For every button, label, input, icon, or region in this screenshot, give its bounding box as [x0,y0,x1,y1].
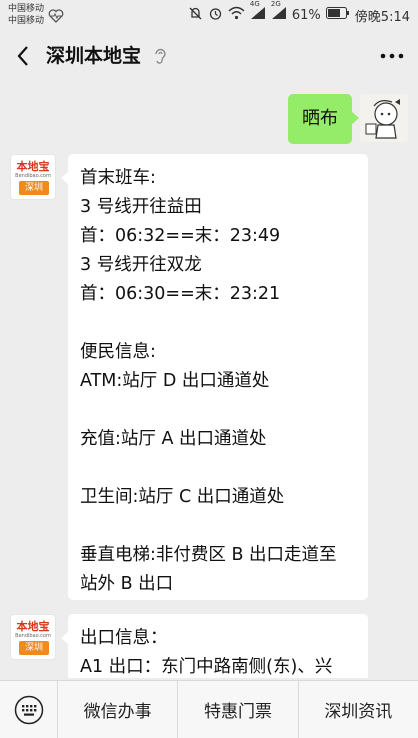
user-message-text: 晒布 [302,108,338,129]
menu-item-shenzhen-news[interactable]: 深圳资讯 [299,681,418,738]
network-1-label: 4G [249,0,260,8]
more-dots-icon [380,53,404,59]
chat-area[interactable]: 晒布 本地宝 Bendibao.com 深圳 首末班车: 3 号线开往益田 首：… [0,82,418,678]
brand-url: Bendibao.com [15,633,51,639]
brand-url: Bendibao.com [15,173,51,179]
message-line: 3 号线开往双龙 [80,255,202,275]
battery-icon [325,7,350,23]
message-line [80,309,358,338]
bot-avatar[interactable]: 本地宝 Bendibao.com 深圳 [10,154,56,200]
brand-logo-text: 本地宝 [16,620,50,633]
menu-item-discount-tickets[interactable]: 特惠门票 [178,680,299,738]
message-line: 首：06:30==末：23:21 [80,284,281,304]
chevron-left-icon [17,46,28,66]
more-options-button[interactable] [378,44,406,68]
page-title: 深圳本地宝 [46,45,142,67]
user-avatar[interactable] [360,94,408,142]
message-line [80,512,358,541]
message-line: 卫生间:站厅 C 出口通道处 [80,487,285,507]
message-line: 3 号线开往益田 [80,197,202,217]
message-line: A1 出口：东门中路南侧(东)、兴 [80,657,333,677]
bot-message-bubble[interactable]: 出口信息： A1 出口：东门中路南侧(东)、兴 [61,614,368,678]
message-line: 垂直电梯:非付费区 B 出口走道至 [80,545,337,565]
signal-2-icon: 2G [271,0,287,24]
wifi-icon [228,6,245,24]
earpiece-mode-icon [155,48,166,64]
message-line [80,396,358,425]
bot-avatar[interactable]: 本地宝 Bendibao.com 深圳 [10,614,56,660]
message-line: 首末班车: [80,168,156,188]
carrier-2: 中国移动 [8,16,45,26]
message-line: 出口信息： [80,628,168,648]
user-message-bubble[interactable]: 晒布 [288,94,359,144]
brand-logo-text: 本地宝 [16,160,50,173]
carrier-info: 中国移动 中国移动 [8,3,44,27]
nav-bar: 深圳本地宝 [0,30,418,82]
battery-percent: 61% [291,7,321,23]
menu-item-wechat-services[interactable]: 微信办事 [58,680,179,738]
status-bar: 中国移动 中国移动 4G 2G 61% 傍晚5:14 [0,0,418,30]
back-button[interactable] [10,42,36,70]
message-line [80,454,358,483]
signal-1-icon: 4G [250,0,266,24]
alarm-icon [208,6,223,25]
bottom-menu: 微信办事 特惠门票 深圳资讯 [0,680,418,738]
keyboard-toggle-button[interactable] [0,680,58,738]
message-line: 便民信息: [80,342,156,362]
carrier-1: 中国移动 [8,4,45,14]
brand-city-badge: 深圳 [19,641,49,655]
cartoon-avatar-icon [360,94,408,142]
message-line: ATM:站厅 D 出口通道处 [80,371,270,391]
brand-city-badge: 深圳 [19,181,49,195]
message-line: 首：06:32==末：23:49 [80,226,281,246]
keyboard-icon [14,695,43,724]
message-line: 充值:站厅 A 出口通道处 [80,429,267,449]
bot-message-bubble[interactable]: 首末班车: 3 号线开往益田 首：06:32==末：23:49 3 号线开往双龙… [61,154,368,600]
heart-rate-icon [48,8,64,27]
mute-icon [188,6,203,25]
network-2-label: 2G [270,0,281,8]
clock: 傍晚5:14 [354,9,410,25]
message-line: 站外 B 出口 [80,574,174,594]
